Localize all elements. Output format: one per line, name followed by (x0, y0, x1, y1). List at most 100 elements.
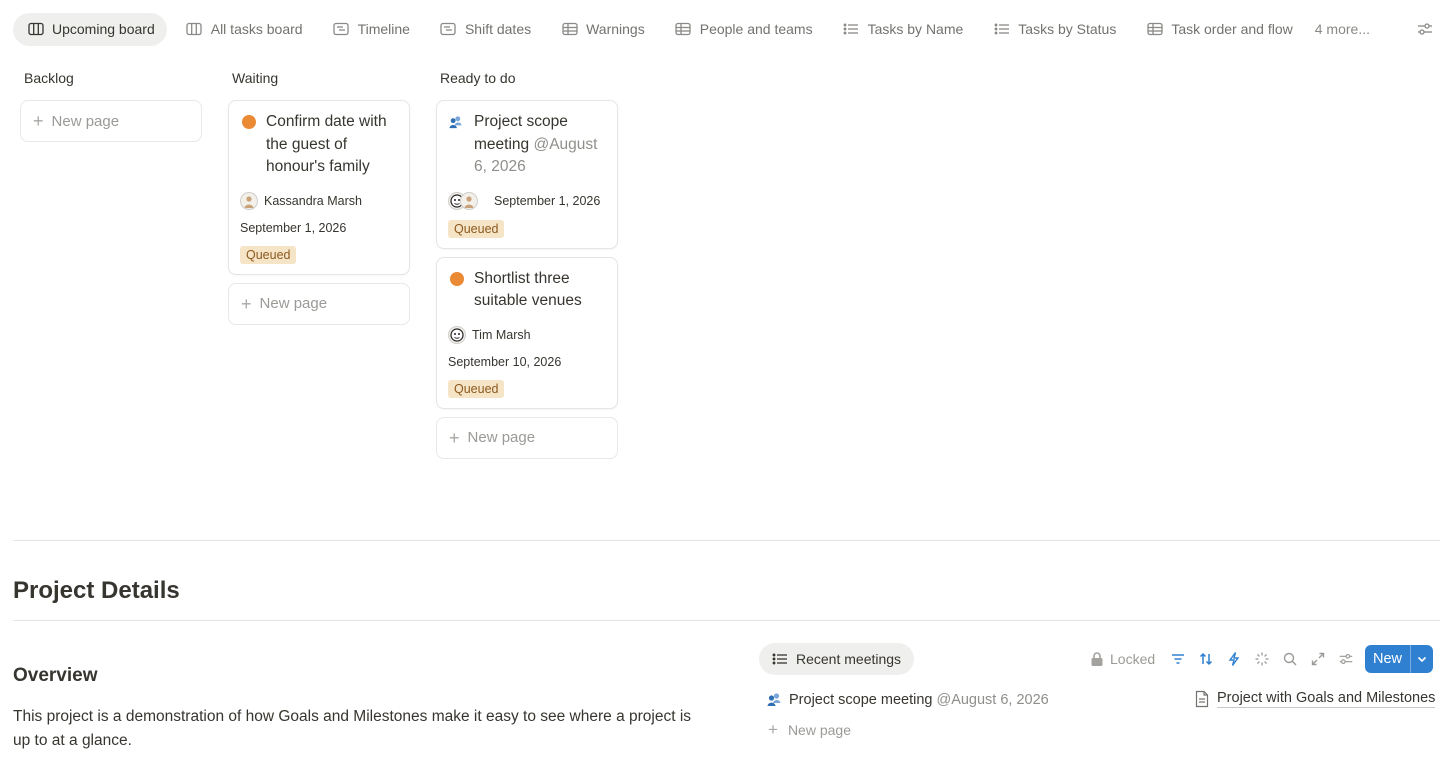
sort-icon[interactable] (1197, 650, 1215, 668)
card-title-row: Confirm date with the guest of honour's … (240, 111, 398, 179)
tab-label: Shift dates (464, 21, 532, 37)
card-assignees: September 1, 2026 (448, 191, 606, 211)
overview-heading: Overview (13, 665, 98, 686)
overview-text: This project is a demonstration of how G… (13, 708, 692, 749)
table-icon (561, 21, 578, 38)
card-title-row: Project scope meeting @August 6, 2026 (448, 111, 606, 179)
new-button[interactable]: New (1365, 645, 1433, 673)
view-label: Recent meetings (796, 651, 902, 667)
tab-label: Tasks by Status (1018, 21, 1117, 37)
card-date: September 10, 2026 (448, 354, 562, 369)
meeting-icon (448, 111, 474, 138)
ai-sparkle-icon[interactable] (1253, 650, 1271, 668)
tab-label: People and teams (699, 21, 813, 37)
tab-label: Timeline (357, 21, 410, 37)
automation-lightning-icon[interactable] (1225, 650, 1243, 668)
table-icon (1146, 21, 1163, 38)
tab-label: Warnings (586, 21, 645, 37)
column-title: Waiting (232, 70, 279, 86)
new-page-button[interactable]: + New page (436, 416, 618, 459)
board-column-backlog: Backlog + New page (20, 68, 202, 142)
new-page-label: New page (259, 295, 328, 312)
plus-icon: + (33, 111, 44, 131)
tab-label: Tasks by Name (867, 21, 964, 37)
locked-indicator[interactable]: Locked (1090, 651, 1155, 667)
avatar (460, 191, 478, 210)
plus-icon: + (768, 720, 778, 739)
column-title: Backlog (24, 70, 74, 86)
assignee-name: Tim Marsh (472, 327, 531, 342)
card-title: Shortlist three suitable venues (474, 269, 582, 310)
card-assignee: Kassandra Marsh (240, 191, 398, 211)
avatar (240, 191, 258, 210)
new-page-label: New page (467, 429, 536, 446)
tab-label: Task order and flow (1171, 21, 1293, 37)
tab-warnings[interactable]: Warnings (547, 13, 656, 46)
timeline-icon (333, 21, 350, 38)
list-icon (993, 21, 1010, 38)
filter-icon[interactable] (1169, 650, 1187, 668)
list-item[interactable]: Project scope meeting @August 6, 2026 (766, 689, 1049, 711)
card-date: September 1, 2026 (240, 220, 347, 235)
board-card[interactable]: Confirm date with the guest of honour's … (228, 100, 410, 275)
new-page-button[interactable]: + New page (20, 100, 202, 142)
meeting-icon (767, 693, 781, 706)
new-page-label: New page (51, 112, 120, 130)
new-page-label: New page (787, 721, 851, 738)
column-title: Ready to do (440, 70, 516, 86)
list-icon (772, 653, 787, 665)
locked-label: Locked (1110, 651, 1156, 667)
search-icon[interactable] (1281, 650, 1299, 668)
card-title: Confirm date with the guest of honour's … (266, 113, 387, 175)
board-icon (27, 21, 44, 38)
chevron-down-icon[interactable] (1411, 653, 1433, 665)
status-badge: Queued (240, 245, 297, 264)
table-icon (675, 21, 692, 38)
tab-tasks-by-status[interactable]: Tasks by Status (979, 13, 1127, 46)
plus-icon: + (449, 427, 460, 448)
settings-sliders-icon[interactable] (1337, 650, 1355, 668)
board-column-waiting: Waiting Confirm date with the guest of h… (228, 68, 410, 325)
card-title-row: Shortlist three suitable venues (448, 268, 606, 313)
tab-people-and-teams[interactable]: People and teams (661, 13, 824, 46)
related-page-title: Project with Goals and Milestones (1217, 690, 1436, 708)
status-badge: Queued (448, 379, 505, 398)
tab-shift-dates[interactable]: Shift dates (426, 13, 542, 46)
tab-task-order-and-flow[interactable]: Task order and flow (1132, 13, 1303, 46)
divider (13, 620, 1440, 621)
lock-icon (1091, 652, 1103, 666)
orange-dot-icon (448, 268, 474, 286)
view-settings-icon[interactable] (1416, 20, 1434, 38)
new-button-label: New (1372, 651, 1402, 667)
date-mention[interactable]: @August 6, 2026 (936, 692, 1048, 708)
expand-icon[interactable] (1309, 650, 1327, 668)
board-column-ready-to-do: Ready to do Project scope meeting @Augus… (436, 68, 618, 459)
tab-timeline[interactable]: Timeline (319, 13, 421, 46)
divider (13, 540, 1440, 541)
more-views-button[interactable]: 4 more... (1315, 21, 1370, 37)
list-icon (843, 21, 860, 38)
assignee-name: Kassandra Marsh (264, 193, 362, 208)
list-item-title: Project scope meeting (789, 692, 933, 708)
tab-tasks-by-name[interactable]: Tasks by Name (829, 13, 975, 46)
page-icon (1195, 690, 1209, 707)
new-page-button[interactable]: + New page (768, 721, 851, 738)
board-card[interactable]: Shortlist three suitable venues Tim Mars… (436, 256, 618, 409)
view-tab-bar: Upcoming board All tasks board Timeline … (13, 12, 1438, 46)
related-page-link[interactable]: Project with Goals and Milestones (1194, 689, 1436, 708)
avatar (448, 325, 466, 344)
plus-icon: + (241, 293, 252, 314)
database-toolbar: Locked (1090, 645, 1365, 673)
card-title: Project scope meeting @August 6, 2026 (474, 111, 606, 179)
tab-label: All tasks board (210, 21, 303, 37)
tab-all-tasks-board[interactable]: All tasks board (172, 13, 314, 46)
tab-label: Upcoming board (52, 21, 155, 37)
new-page-button[interactable]: + New page (228, 282, 410, 325)
board-icon (186, 21, 203, 38)
card-assignee: Tim Marsh (448, 325, 606, 345)
timeline-icon (440, 21, 457, 38)
board-card[interactable]: Project scope meeting @August 6, 2026 Se… (436, 100, 618, 249)
card-date: September 1, 2026 (494, 193, 601, 208)
tab-upcoming-board[interactable]: Upcoming board (13, 12, 167, 46)
tab-recent-meetings[interactable]: Recent meetings (759, 643, 915, 675)
